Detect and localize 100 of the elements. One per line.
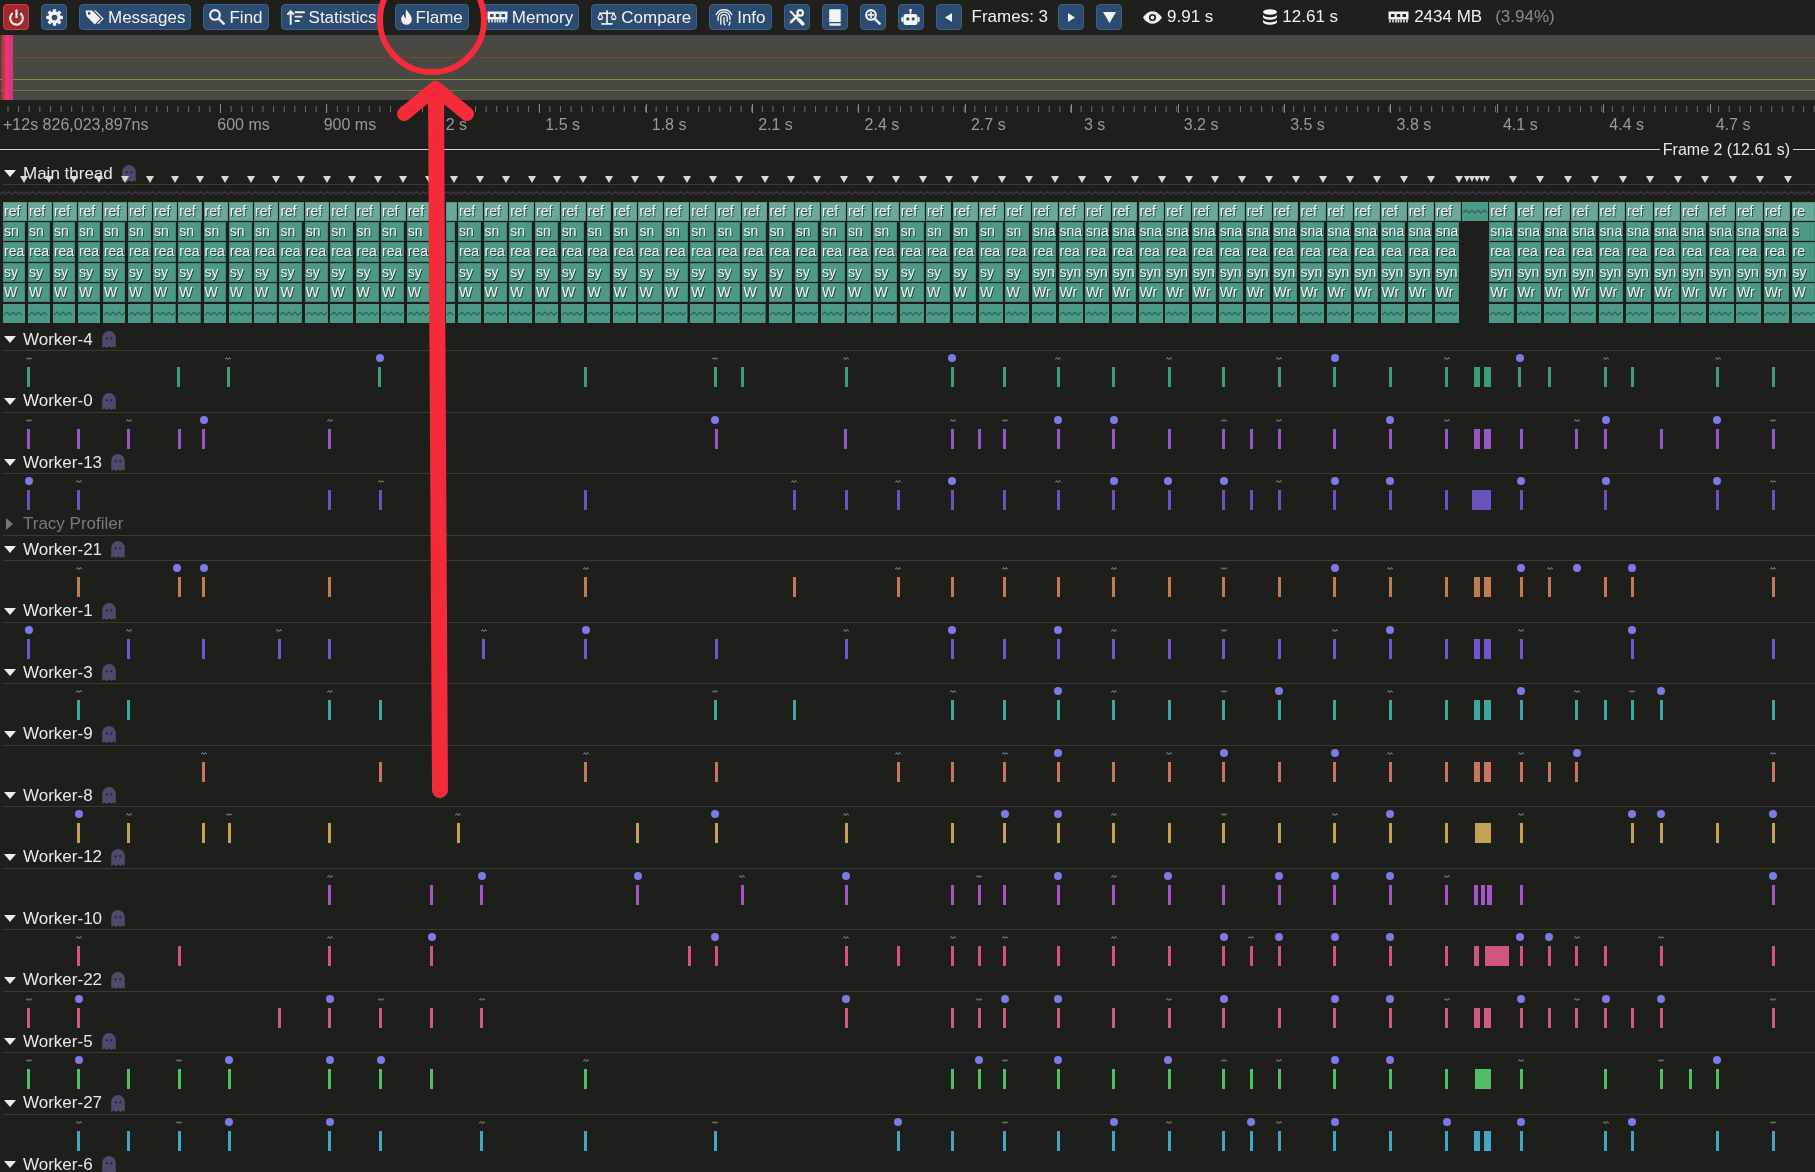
zone-block[interactable]: sna: [1111, 221, 1136, 242]
zone-block[interactable]: W: [178, 283, 201, 303]
zone-block[interactable]: Wr: [1653, 283, 1679, 303]
zone-bar[interactable]: [1249, 1069, 1253, 1089]
caret-down-icon[interactable]: [4, 853, 16, 861]
zone-block[interactable]: W: [926, 283, 950, 303]
zone-block[interactable]: sn: [381, 221, 405, 242]
thread-name[interactable]: Worker-13: [23, 452, 103, 473]
zone-block[interactable]: rea: [899, 242, 924, 262]
zone-bar[interactable]: [227, 1130, 231, 1151]
zone-block[interactable]: Wr: [1218, 283, 1244, 303]
collapsed-zone[interactable]: [952, 303, 977, 323]
info-button[interactable]: Info: [709, 4, 772, 30]
zone-block[interactable]: Wr: [1626, 283, 1651, 303]
caret-down-icon[interactable]: [4, 669, 16, 676]
caret-down-icon[interactable]: [4, 915, 16, 922]
zone-block[interactable]: syn: [1598, 262, 1624, 283]
caret-down-icon[interactable]: [4, 397, 16, 405]
zone-bar[interactable]: [715, 761, 718, 782]
zone-block[interactable]: Wr: [1192, 283, 1217, 303]
zone-block[interactable]: rea: [1111, 242, 1136, 262]
zone-block[interactable]: sn: [77, 221, 101, 242]
zone-bar[interactable]: [1480, 884, 1486, 905]
zone-bar[interactable]: [1716, 367, 1720, 387]
zone-bar[interactable]: [1575, 1007, 1578, 1028]
zone-bar[interactable]: [1333, 1069, 1337, 1089]
zone-bar[interactable]: [177, 1069, 181, 1089]
zone-block[interactable]: rea: [1138, 242, 1163, 262]
collapsed-zone[interactable]: [664, 303, 688, 323]
collapsed-zone[interactable]: [128, 303, 151, 323]
zone-block[interactable]: rea: [847, 242, 871, 262]
zone-block[interactable]: sy: [304, 262, 328, 283]
zone-block[interactable]: rea: [690, 242, 714, 262]
zone-block[interactable]: W: [952, 283, 977, 303]
zone-block[interactable]: rea: [3, 242, 26, 262]
zone-bar[interactable]: [1771, 823, 1775, 843]
zone-block[interactable]: sna: [1353, 221, 1379, 242]
zone-bar[interactable]: [77, 946, 81, 966]
zone-bar[interactable]: [1771, 1130, 1775, 1151]
zone-bar[interactable]: [1222, 428, 1225, 449]
zone-bar[interactable]: [1112, 884, 1115, 905]
zone-block[interactable]: W: [586, 283, 610, 303]
zone-block[interactable]: ref: [638, 201, 664, 221]
zone-block[interactable]: ref: [1380, 201, 1407, 221]
zone-bar[interactable]: [1659, 1007, 1663, 1028]
zone-block[interactable]: W: [228, 283, 252, 303]
zone-bar[interactable]: [176, 367, 180, 387]
zone-bar[interactable]: [202, 577, 206, 597]
zone-block[interactable]: syn: [1299, 262, 1324, 283]
zone-block[interactable]: rea: [304, 242, 328, 262]
zone-bar[interactable]: [328, 823, 332, 843]
caret-down-icon[interactable]: [4, 1038, 16, 1045]
zone-bar[interactable]: [1277, 700, 1281, 720]
zone-block[interactable]: sy: [978, 262, 1003, 283]
zone-block[interactable]: ref: [1763, 201, 1791, 221]
collapsed-zone[interactable]: [27, 303, 51, 323]
zone-block[interactable]: rea: [330, 242, 354, 262]
zone-block[interactable]: W: [381, 283, 405, 303]
zone-block[interactable]: W: [254, 283, 277, 303]
zone-block[interactable]: Wr: [1736, 283, 1762, 303]
zone-bar[interactable]: [1483, 761, 1491, 782]
zone-block[interactable]: sy: [330, 262, 354, 283]
zone-block[interactable]: sn: [952, 221, 977, 242]
collapsed-zone[interactable]: [3, 303, 26, 323]
zone-bar[interactable]: [328, 638, 332, 659]
zone-block[interactable]: W: [873, 283, 898, 303]
zone-block[interactable]: syn: [1653, 262, 1679, 283]
frame-dropdown-button[interactable]: [1096, 4, 1123, 30]
zone-bar[interactable]: [713, 1130, 717, 1151]
collapsed-zone[interactable]: [1085, 303, 1110, 323]
zone-bar[interactable]: [1388, 1007, 1392, 1028]
zone-block[interactable]: sy: [612, 262, 636, 283]
zone-block[interactable]: sy: [254, 262, 277, 283]
zone-block[interactable]: sy: [560, 262, 585, 283]
collapsed-zone[interactable]: [978, 303, 1003, 323]
zone-bar[interactable]: [1277, 428, 1281, 449]
zone-block[interactable]: ref: [128, 201, 153, 221]
zone-bar[interactable]: [1003, 946, 1007, 966]
collapsed-zone[interactable]: [1165, 303, 1190, 323]
zone-bar[interactable]: [127, 1130, 130, 1151]
zone-bar[interactable]: [379, 1130, 383, 1151]
zone-bar[interactable]: [1388, 577, 1392, 597]
zone-bar[interactable]: [740, 367, 744, 387]
zone-block[interactable]: ref: [716, 201, 742, 221]
collapsed-zone[interactable]: [406, 303, 430, 323]
zone-block[interactable]: re: [1791, 201, 1815, 221]
zone-bar[interactable]: [1388, 823, 1392, 843]
zone-block[interactable]: ref: [586, 201, 612, 221]
zone-block[interactable]: rea: [254, 242, 277, 262]
zone-block[interactable]: rea: [794, 242, 819, 262]
zone-bar[interactable]: [1771, 1007, 1775, 1028]
zone-bar[interactable]: [1112, 761, 1115, 782]
zone-bar[interactable]: [792, 700, 796, 720]
zone-bar[interactable]: [27, 1007, 31, 1028]
thread-name[interactable]: Worker-8: [23, 785, 93, 806]
zone-block[interactable]: ref: [952, 201, 978, 221]
zone-block[interactable]: syn: [1353, 262, 1379, 283]
zone-bar[interactable]: [1445, 1007, 1449, 1028]
zone-block[interactable]: Wr: [1380, 283, 1406, 303]
zone-bar[interactable]: [1473, 884, 1479, 905]
